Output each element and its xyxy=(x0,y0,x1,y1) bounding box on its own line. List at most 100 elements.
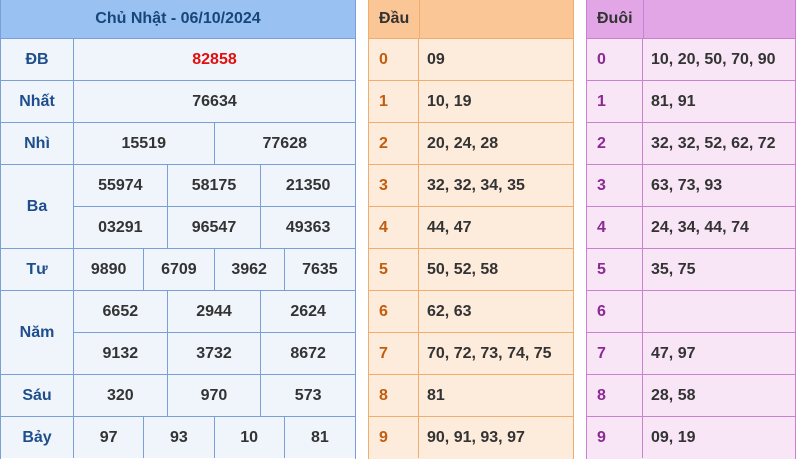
duoi-values: 09, 19 xyxy=(651,428,696,446)
prize-label: Tư xyxy=(1,248,74,290)
dau-digit: 4 xyxy=(369,207,419,248)
dau-digit: 0 xyxy=(369,39,419,80)
prize-number: 77628 xyxy=(214,122,355,164)
duoi-digit: 9 xyxy=(587,417,643,458)
dau-values: 50, 52, 58 xyxy=(427,260,499,278)
prize-number: 81 xyxy=(284,416,355,458)
duoi-values xyxy=(643,291,795,332)
duoi-row: 6 xyxy=(587,290,795,332)
dau-values: 81 xyxy=(427,386,445,404)
dau-digit: 3 xyxy=(369,165,419,206)
dau-digit: 5 xyxy=(369,249,419,290)
prize-number: 15519 xyxy=(74,122,215,164)
prize-label: Nhì xyxy=(1,122,74,164)
prize-number: 6709 xyxy=(144,248,215,290)
duoi-digit: 5 xyxy=(587,249,643,290)
dau-header-values xyxy=(419,0,573,38)
prize-number: 10 xyxy=(214,416,285,458)
prize-number: 6652 xyxy=(74,290,168,332)
dau-row: 8 81 xyxy=(369,374,573,416)
dau-header: Đầu xyxy=(369,0,419,38)
prize-number: 9132 xyxy=(74,332,168,374)
dau-values: 09 xyxy=(427,50,445,68)
dau-row: 0 09 xyxy=(369,38,573,80)
duoi-table: Đuôi 0 10, 20, 50, 70, 90 1 81, 91 2 32, 32, … xyxy=(586,0,796,459)
prize-number: 03291 xyxy=(74,206,168,248)
prize-number: 3962 xyxy=(214,248,285,290)
prize-label: ĐB xyxy=(1,38,74,80)
dau-row: 3 32, 32, 34, 35 xyxy=(369,164,573,206)
duoi-values: 63, 73, 93 xyxy=(651,176,723,194)
duoi-row: 3 63, 73, 93 xyxy=(587,164,795,206)
prize-number: 320 xyxy=(74,374,168,416)
dau-row: 9 90, 91, 93, 97 xyxy=(369,416,573,458)
results-title: Chủ Nhật - 06/10/2024 xyxy=(1,0,355,38)
prize-number: 573 xyxy=(261,374,355,416)
prize-number: 2944 xyxy=(167,290,262,332)
prize-label: Năm xyxy=(1,290,74,374)
duoi-row: 7 47, 97 xyxy=(587,332,795,374)
prize-label: Bảy xyxy=(1,416,74,458)
duoi-digit: 4 xyxy=(587,207,643,248)
dau-values: 20, 24, 28 xyxy=(427,134,499,152)
duoi-digit: 3 xyxy=(587,165,643,206)
prize-number: 58175 xyxy=(167,164,262,206)
duoi-digit: 2 xyxy=(587,123,643,164)
duoi-values: 24, 34, 44, 74 xyxy=(651,218,749,236)
duoi-digit: 6 xyxy=(587,291,643,332)
duoi-header: Đuôi xyxy=(587,0,643,38)
duoi-header-values xyxy=(643,0,795,38)
dau-values: 90, 91, 93, 97 xyxy=(427,428,525,446)
results-table: Chủ Nhật - 06/10/2024 ĐB 82858 Nhất 76634 Nh… xyxy=(0,0,356,459)
dau-values: 62, 63 xyxy=(427,302,472,320)
prize-number: 96547 xyxy=(167,206,262,248)
dau-row: 4 44, 47 xyxy=(369,206,573,248)
dau-digit: 9 xyxy=(369,417,419,458)
dau-values: 10, 19 xyxy=(427,92,472,110)
prize-number: 21350 xyxy=(261,164,355,206)
prize-label: Nhất xyxy=(1,80,74,122)
duoi-row: 9 09, 19 xyxy=(587,416,795,458)
dau-row: 7 70, 72, 73, 74, 75 xyxy=(369,332,573,374)
dau-row: 2 20, 24, 28 xyxy=(369,122,573,164)
prize-number: 93 xyxy=(144,416,215,458)
prize-number: 76634 xyxy=(74,80,355,122)
prize-number: 970 xyxy=(167,374,262,416)
dau-table: Đầu 0 09 1 10, 19 2 20, 24, 28 3 32, 32, 34, 35… xyxy=(368,0,574,459)
dau-digit: 7 xyxy=(369,333,419,374)
duoi-values: 28, 58 xyxy=(651,386,696,404)
prize-label: Ba xyxy=(1,164,74,248)
dau-row: 5 50, 52, 58 xyxy=(369,248,573,290)
prize-number: 3732 xyxy=(167,332,262,374)
dau-digit: 1 xyxy=(369,81,419,122)
prize-number: 7635 xyxy=(284,248,355,290)
dau-digit: 2 xyxy=(369,123,419,164)
duoi-row: 5 35, 75 xyxy=(587,248,795,290)
prize-number: 55974 xyxy=(74,164,168,206)
dau-values: 32, 32, 34, 35 xyxy=(427,176,525,194)
special-prize-number: 82858 xyxy=(74,38,355,80)
duoi-row: 1 81, 91 xyxy=(587,80,795,122)
duoi-digit: 0 xyxy=(587,39,643,80)
dau-digit: 8 xyxy=(369,375,419,416)
duoi-values: 81, 91 xyxy=(651,92,696,110)
dau-digit: 6 xyxy=(369,291,419,332)
duoi-values: 10, 20, 50, 70, 90 xyxy=(651,50,776,68)
prize-number: 8672 xyxy=(261,332,355,374)
duoi-digit: 1 xyxy=(587,81,643,122)
dau-values: 44, 47 xyxy=(427,218,472,236)
prize-label: Sáu xyxy=(1,374,74,416)
duoi-values: 35, 75 xyxy=(651,260,696,278)
duoi-row: 8 28, 58 xyxy=(587,374,795,416)
prize-number: 97 xyxy=(74,416,145,458)
duoi-row: 0 10, 20, 50, 70, 90 xyxy=(587,38,795,80)
dau-row: 6 62, 63 xyxy=(369,290,573,332)
dau-row: 1 10, 19 xyxy=(369,80,573,122)
dau-values: 70, 72, 73, 74, 75 xyxy=(427,344,552,362)
prize-number: 9890 xyxy=(74,248,145,290)
prize-number: 49363 xyxy=(261,206,355,248)
duoi-digit: 8 xyxy=(587,375,643,416)
duoi-values: 47, 97 xyxy=(651,344,696,362)
prize-number: 2624 xyxy=(261,290,355,332)
duoi-values: 32, 32, 52, 62, 72 xyxy=(651,134,776,152)
